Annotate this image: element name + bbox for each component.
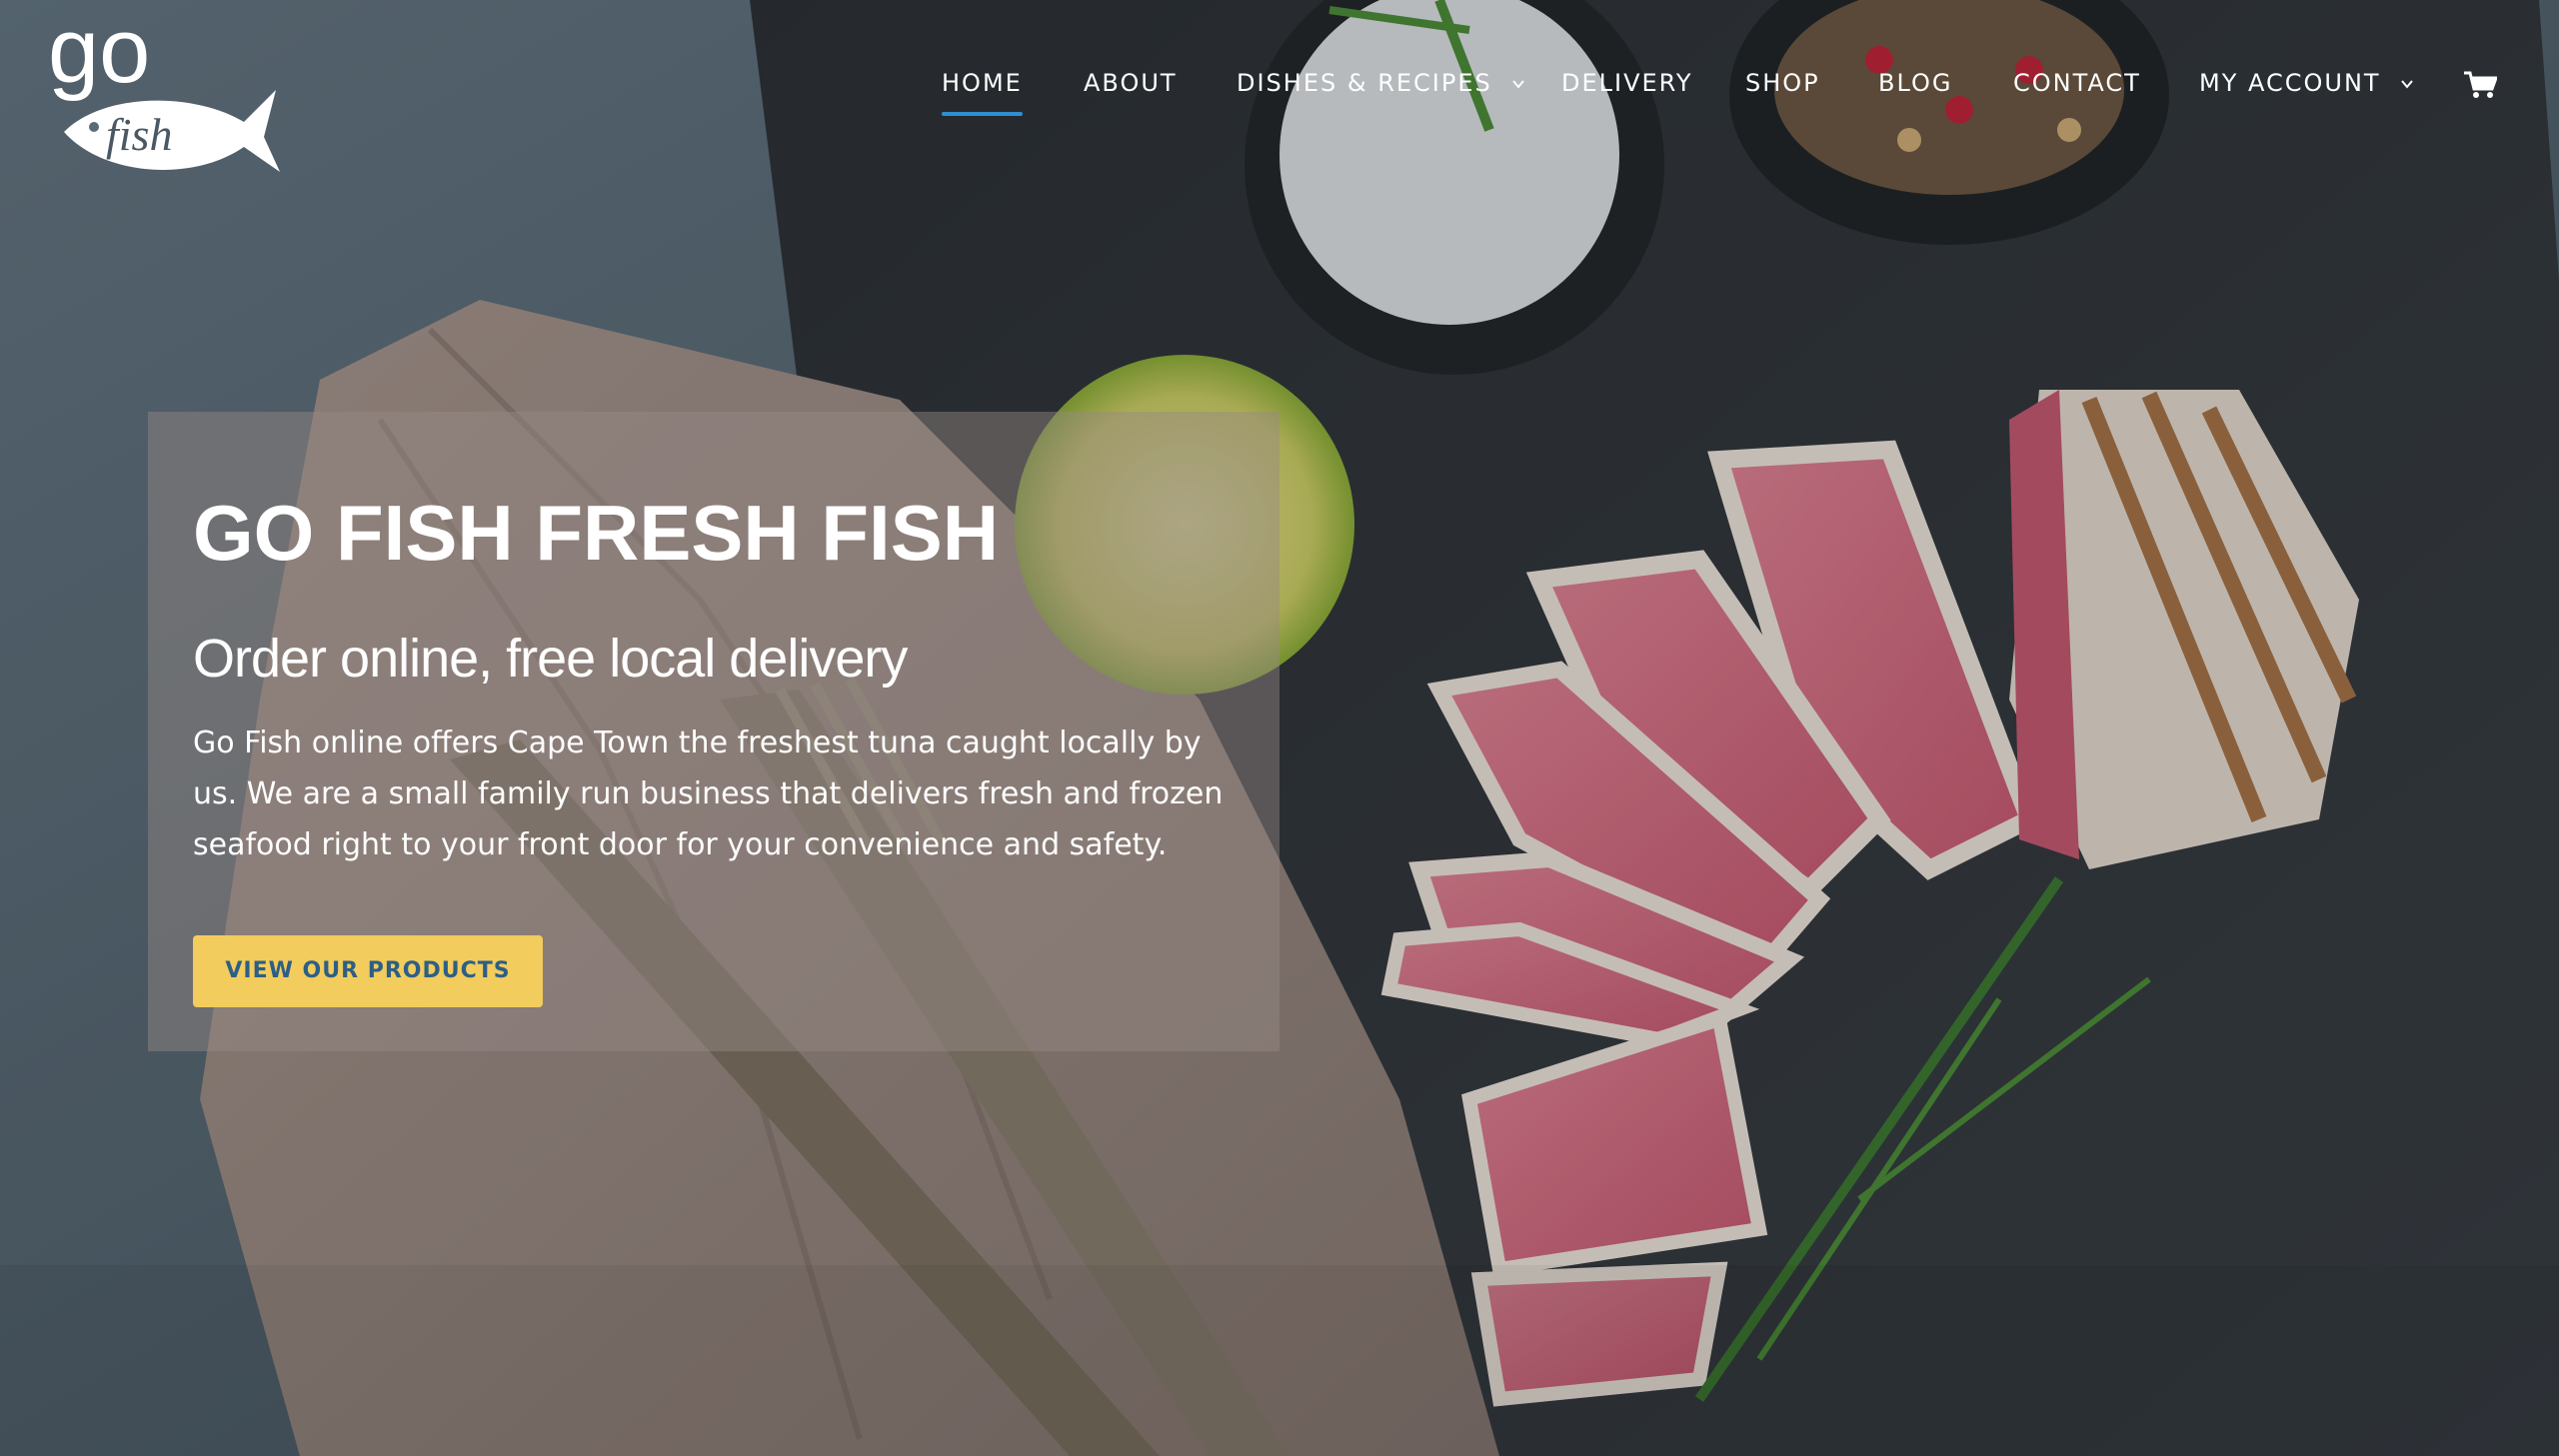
nav-item-home[interactable]: HOME (942, 58, 1023, 116)
nav-item-contact-label: CONTACT (2013, 69, 2141, 97)
shopping-cart-icon[interactable] (2463, 70, 2497, 100)
nav-item-shop[interactable]: SHOP (1745, 58, 1820, 108)
nav-item-home-label: HOME (942, 69, 1023, 97)
nav-item-dishes-recipes[interactable]: DISHES & RECIPES (1237, 58, 1525, 108)
nav-item-blog-label: BLOG (1878, 69, 1953, 97)
hero-body-text: Go Fish online offers Cape Town the fres… (193, 726, 1224, 862)
nav-item-about[interactable]: ABOUT (1084, 58, 1178, 108)
chevron-down-icon (2401, 80, 2413, 89)
nav-item-shop-label: SHOP (1745, 69, 1820, 97)
nav-item-my-account-label: MY ACCOUNT (2199, 69, 2381, 97)
nav-item-about-label: ABOUT (1084, 69, 1178, 97)
nav-item-blog[interactable]: BLOG (1878, 58, 1952, 108)
nav-item-delivery-label: DELIVERY (1561, 69, 1693, 97)
page: go fish HOME ABOUT DISHES & RECIPES DELI… (0, 0, 2559, 1456)
view-products-button[interactable]: VIEW OUR PRODUCTS (193, 935, 543, 1007)
nav-item-my-account[interactable]: MY ACCOUNT (2199, 58, 2414, 108)
nav-item-contact[interactable]: CONTACT (2013, 58, 2141, 108)
nav-item-delivery[interactable]: DELIVERY (1561, 58, 1692, 108)
hero-title: GO FISH FRESH FISH (193, 489, 1000, 577)
hero-subtitle: Order online, free local delivery (193, 629, 908, 689)
main-navigation: HOME ABOUT DISHES & RECIPES DELIVERY SHO… (0, 58, 2559, 118)
chevron-down-icon (1512, 80, 1525, 89)
nav-item-dishes-recipes-label: DISHES & RECIPES (1237, 69, 1492, 97)
